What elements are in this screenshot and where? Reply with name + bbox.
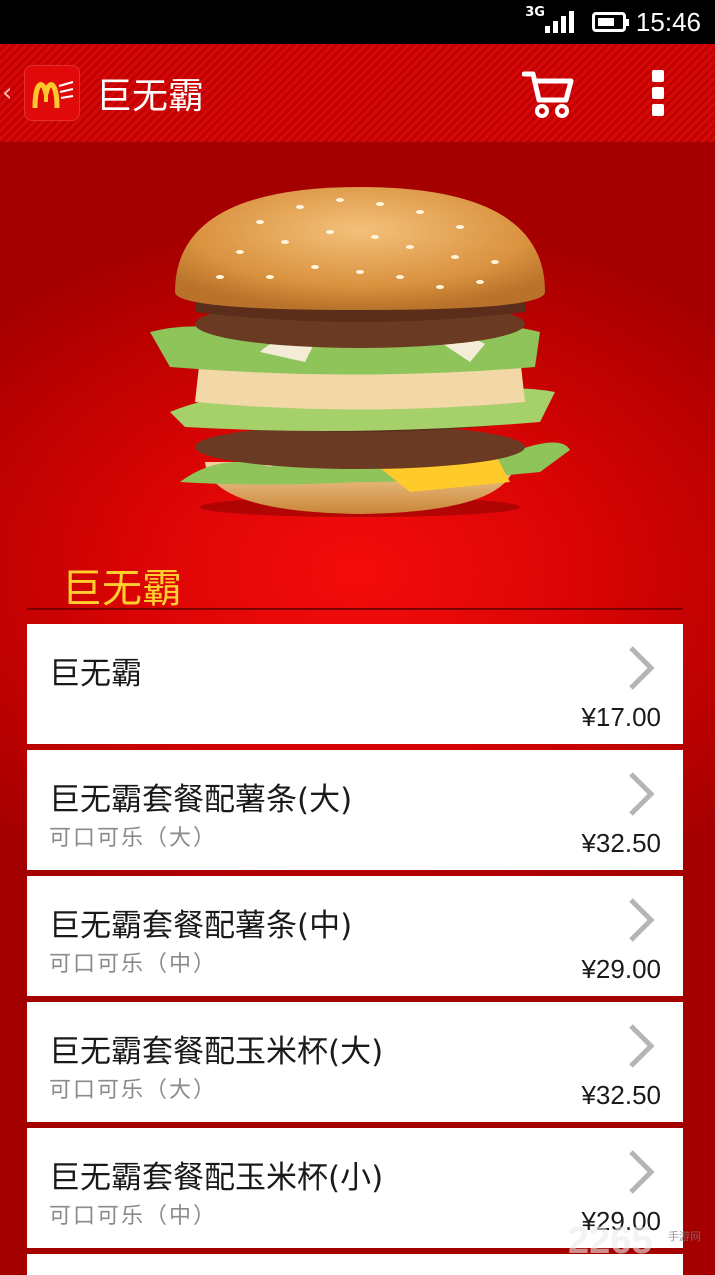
chevron-right-icon: [629, 1150, 655, 1194]
list-item[interactable]: 巨无霸套餐配薯条(中) 可口可乐（中） ¥29.00: [27, 876, 683, 996]
watermark: 2265 手游网: [568, 1220, 715, 1275]
page-title: 巨无霸: [96, 76, 205, 117]
overflow-menu-icon[interactable]: [650, 70, 666, 116]
clock: 15:46: [635, 6, 701, 37]
app-bar: ‹ 巨无霸: [0, 44, 715, 142]
watermark-text: 2265: [568, 1220, 653, 1262]
chevron-right-icon: [629, 1024, 655, 1068]
item-name: 巨无霸: [49, 656, 142, 692]
status-bar: 3G 15:46: [0, 0, 715, 44]
list-item[interactable]: 巨无霸套餐配玉米杯(大) 可口可乐（大） ¥32.50: [27, 1002, 683, 1122]
item-subtitle: 可口可乐（中）: [49, 952, 218, 977]
item-name: 巨无霸套餐配薯条(大): [49, 782, 353, 818]
section-title: 巨无霸: [62, 566, 182, 612]
battery-icon: [591, 12, 629, 32]
item-name: 巨无霸套餐配玉米杯(大): [49, 1034, 384, 1070]
watermark-subtext: 手游网: [668, 1231, 701, 1243]
chevron-right-icon: [629, 898, 655, 942]
item-price: ¥29.00: [581, 954, 661, 984]
mcdonalds-logo-icon[interactable]: [24, 65, 80, 121]
item-subtitle: 可口可乐（大）: [49, 826, 218, 851]
list-item[interactable]: 巨无霸套餐配薯条(大) 可口可乐（大） ¥32.50: [27, 750, 683, 870]
chevron-right-icon: [629, 772, 655, 816]
signal-icon: [544, 11, 574, 33]
burger-image: [150, 187, 570, 517]
item-name: 巨无霸套餐配玉米杯(小): [49, 1160, 384, 1196]
back-icon[interactable]: ‹: [2, 78, 22, 108]
divider: [27, 608, 683, 610]
cart-icon[interactable]: [522, 68, 574, 118]
item-price: ¥17.00: [581, 702, 661, 732]
chevron-right-icon: [629, 646, 655, 690]
item-subtitle: 可口可乐（大）: [49, 1078, 218, 1103]
item-price: ¥32.50: [581, 828, 661, 858]
item-price: ¥32.50: [581, 1080, 661, 1110]
item-name: 巨无霸套餐配薯条(中): [49, 908, 353, 944]
item-subtitle: 可口可乐（中）: [49, 1204, 218, 1229]
network-type: 3G: [525, 4, 545, 20]
list-item[interactable]: 巨无霸 ¥17.00: [27, 624, 683, 744]
